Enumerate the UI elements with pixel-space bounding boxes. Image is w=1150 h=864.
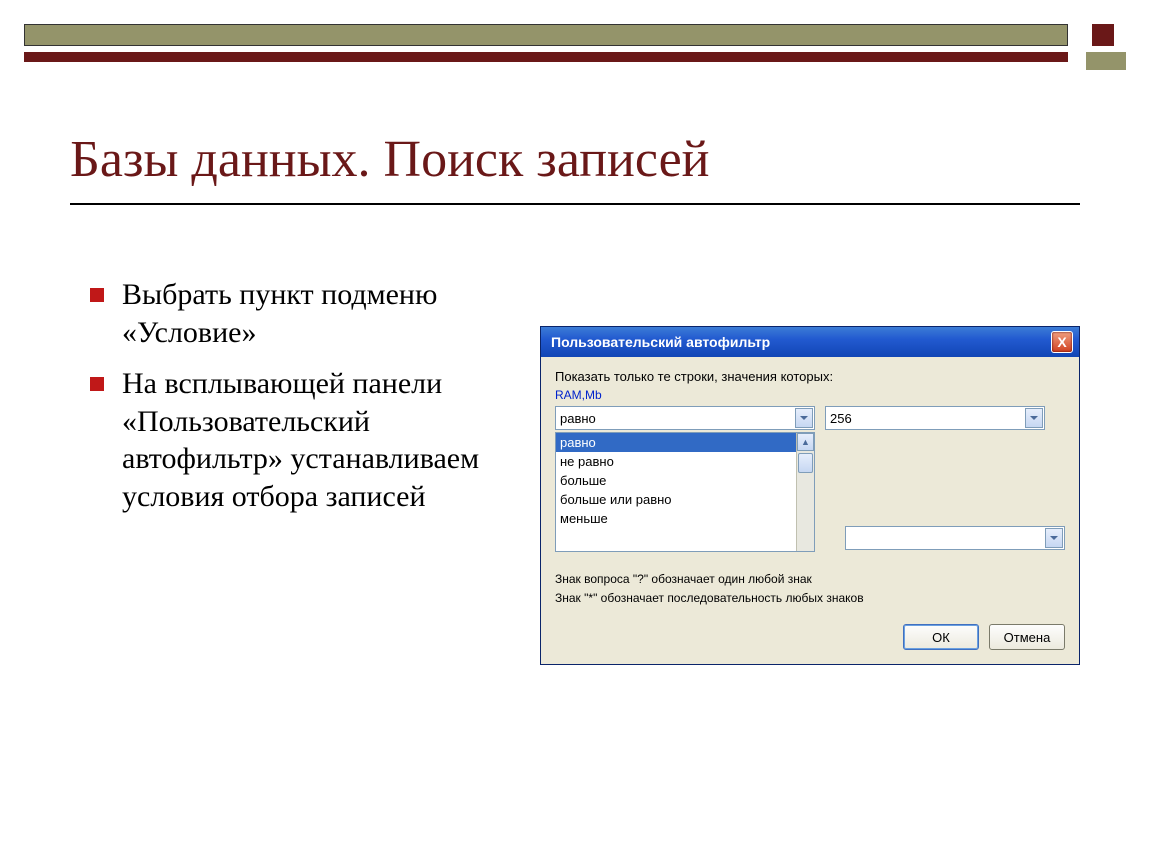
chevron-down-icon[interactable] (1045, 528, 1063, 548)
dialog-buttons: ОК Отмена (555, 624, 1065, 650)
value-combobox[interactable]: 256 (825, 406, 1045, 430)
hint-asterisk: Знак "*" обозначает последовательность л… (555, 589, 1065, 608)
bullet-item: На всплывающей панели «Пользовательский … (80, 365, 510, 515)
condition-row: равно 256 (555, 406, 1065, 430)
decor-square-olive (1086, 52, 1126, 70)
slide-content: Выбрать пункт подменю «Условие» На всплы… (80, 276, 1110, 615)
condition-combobox[interactable]: равно (555, 406, 815, 430)
decor-bar-olive (24, 24, 1068, 46)
list-option-selected[interactable]: равно (556, 433, 796, 452)
listbox-scrollbar[interactable]: ▲ (796, 433, 814, 551)
field-label: RAM,Mb (555, 388, 1065, 402)
list-option[interactable]: больше или равно (556, 490, 796, 509)
chevron-down-icon[interactable] (1025, 408, 1043, 428)
list-option[interactable]: не равно (556, 452, 796, 471)
dialog-body: Показать только те строки, значения кото… (541, 357, 1079, 664)
close-button[interactable]: X (1051, 331, 1073, 353)
bullet-item: Выбрать пункт подменю «Условие» (80, 276, 510, 351)
hint-questionmark: Знак вопроса "?" обозначает один любой з… (555, 570, 1065, 589)
chevron-down-icon[interactable] (795, 408, 813, 428)
decor-square-maroon (1092, 24, 1114, 46)
cancel-button[interactable]: Отмена (989, 624, 1065, 650)
slide-title: Базы данных. Поиск записей (70, 130, 1080, 189)
autofilter-dialog: Пользовательский автофильтр X Показать т… (540, 326, 1080, 665)
hints-block: Знак вопроса "?" обозначает один любой з… (555, 570, 1065, 608)
dialog-title: Пользовательский автофильтр (551, 334, 770, 350)
slide-top-decoration (24, 24, 1126, 62)
value-text: 256 (830, 411, 852, 426)
second-value-combobox[interactable] (845, 526, 1065, 550)
scroll-up-icon[interactable]: ▲ (797, 433, 814, 451)
list-option[interactable]: меньше (556, 509, 796, 528)
list-option[interactable]: больше (556, 471, 796, 490)
listbox-inner: равно не равно больше больше или равно м… (556, 433, 796, 551)
decor-bar-maroon (24, 52, 1068, 62)
bullet-list: Выбрать пункт подменю «Условие» На всплы… (80, 276, 510, 615)
slide-title-block: Базы данных. Поиск записей (70, 130, 1080, 205)
ok-button[interactable]: ОК (903, 624, 979, 650)
condition-options-listbox[interactable]: равно не равно больше больше или равно м… (555, 432, 815, 552)
dialog-instruction: Показать только те строки, значения кото… (555, 369, 1065, 384)
scroll-thumb[interactable] (798, 453, 813, 473)
condition-selected-text: равно (560, 411, 596, 426)
dialog-titlebar[interactable]: Пользовательский автофильтр X (541, 327, 1079, 357)
close-icon: X (1057, 334, 1066, 350)
